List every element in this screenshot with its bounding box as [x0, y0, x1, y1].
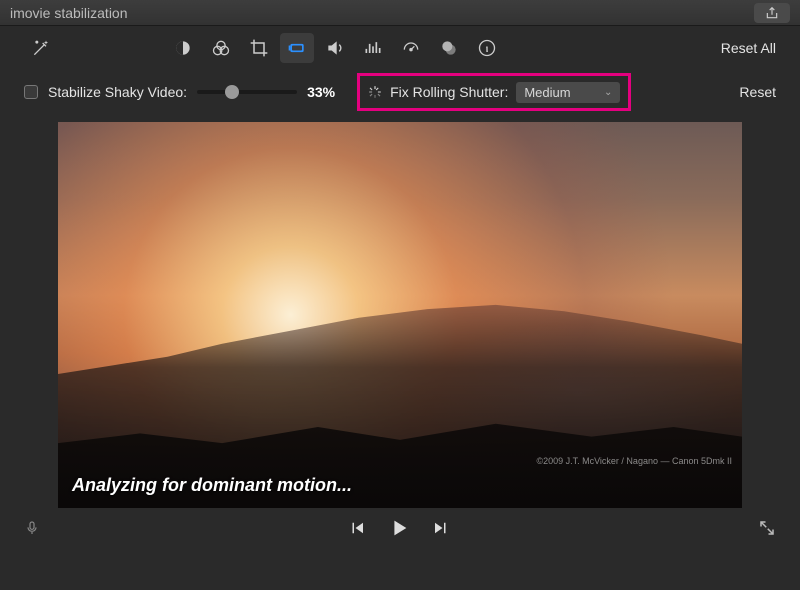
rolling-shutter-highlight: Fix Rolling Shutter: Medium ⌄ [357, 73, 631, 111]
share-icon [765, 6, 779, 20]
inspector-toolbar: Reset All [0, 26, 800, 70]
noise-reduction-icon[interactable] [356, 33, 390, 63]
chevron-down-icon: ⌄ [604, 87, 612, 98]
voiceover-button[interactable] [24, 518, 40, 538]
color-filter-icon[interactable] [432, 33, 466, 63]
crop-icon[interactable] [242, 33, 276, 63]
preview-credit: ©2009 J.T. McVicker / Nagano — Canon 5Dm… [536, 456, 732, 466]
analyzing-overlay: Analyzing for dominant motion... [72, 475, 352, 496]
stabilization-icon[interactable] [280, 33, 314, 63]
stabilize-label: Stabilize Shaky Video: [48, 84, 187, 100]
reset-button[interactable]: Reset [739, 84, 776, 100]
reset-all-button[interactable]: Reset All [721, 40, 776, 56]
bottom-bar [0, 508, 800, 548]
titlebar: imovie stabilization [0, 0, 800, 26]
speed-icon[interactable] [394, 33, 428, 63]
info-icon[interactable] [470, 33, 504, 63]
stabilize-checkbox[interactable] [24, 85, 38, 99]
volume-icon[interactable] [318, 33, 352, 63]
rolling-shutter-label: Fix Rolling Shutter: [390, 84, 508, 100]
share-button[interactable] [754, 3, 790, 23]
window-title: imovie stabilization [10, 5, 754, 21]
stabilize-percent: 33% [307, 84, 347, 100]
play-button[interactable] [388, 517, 410, 539]
magic-wand-icon[interactable] [24, 33, 58, 63]
rolling-shutter-dropdown[interactable]: Medium ⌄ [516, 82, 620, 103]
prev-button[interactable] [348, 519, 366, 537]
slider-thumb[interactable] [225, 85, 239, 99]
video-viewer[interactable]: ©2009 J.T. McVicker / Nagano — Canon 5Dm… [58, 122, 742, 508]
fullscreen-button[interactable] [758, 519, 776, 537]
stabilization-controls: Stabilize Shaky Video: 33% Fix Rolling S… [0, 70, 800, 114]
color-correction-icon[interactable] [204, 33, 238, 63]
transport-controls [40, 517, 758, 539]
stabilize-slider[interactable] [197, 90, 297, 94]
dropdown-value: Medium [524, 85, 570, 100]
color-balance-icon[interactable] [166, 33, 200, 63]
next-button[interactable] [432, 519, 450, 537]
spinner-icon [368, 85, 382, 99]
